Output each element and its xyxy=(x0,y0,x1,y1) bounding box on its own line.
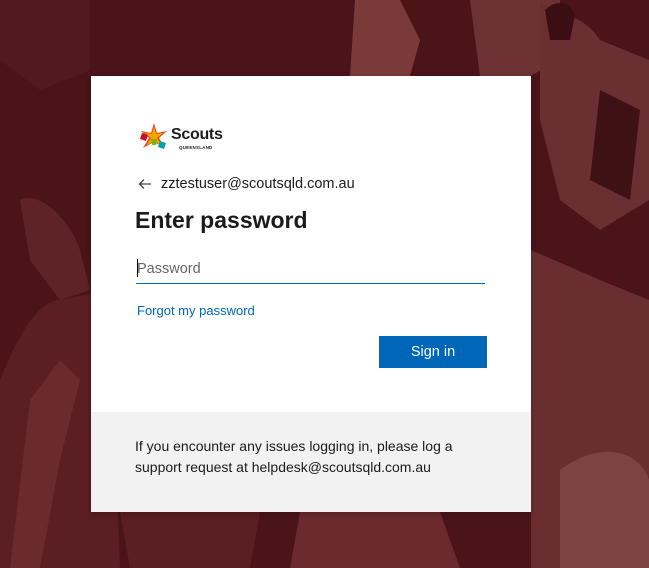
forgot-password-link[interactable]: Forgot my password xyxy=(137,303,255,318)
logo-wordmark: Scouts xyxy=(171,126,223,143)
identity-banner[interactable]: zztestuser@scoutsqld.com.au xyxy=(137,174,355,194)
password-input[interactable] xyxy=(136,256,485,284)
scouts-emblem-icon xyxy=(140,123,167,149)
support-message: If you encounter any issues logging in, … xyxy=(135,438,453,475)
footer-panel: If you encounter any issues logging in, … xyxy=(91,412,531,512)
text-caret xyxy=(137,259,138,277)
sign-in-button[interactable]: Sign in xyxy=(379,336,487,368)
scouts-logo: Scouts QUEENSLAND xyxy=(137,121,223,155)
logo-region: QUEENSLAND xyxy=(179,145,213,150)
arrow-left-icon[interactable] xyxy=(137,176,153,192)
page-title: Enter password xyxy=(135,207,308,233)
sign-in-card: Scouts QUEENSLAND zztestuser@scoutsqld.c… xyxy=(91,76,531,512)
identity-email: zztestuser@scoutsqld.com.au xyxy=(161,176,355,192)
